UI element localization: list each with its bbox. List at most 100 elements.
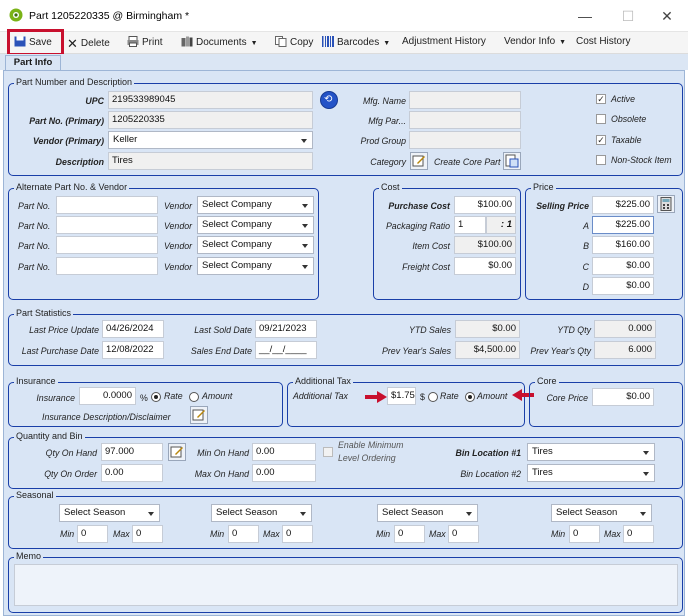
price-d-field[interactable]: $0.00: [592, 277, 654, 295]
last-price-update-field[interactable]: 04/26/2024: [102, 320, 164, 338]
alt-part-no-field-4[interactable]: [56, 257, 158, 275]
prod-group-field[interactable]: [409, 131, 521, 149]
min-on-hand-field[interactable]: 0.00: [252, 443, 316, 461]
price-a-field[interactable]: $225.00: [592, 216, 654, 234]
last-sold-date-field[interactable]: 09/21/2023: [255, 320, 317, 338]
additional-tax-field[interactable]: $1.75: [387, 387, 416, 405]
sales-end-date-field[interactable]: __/__/____: [255, 341, 317, 359]
insurance-rate-radio[interactable]: [151, 392, 161, 402]
qty-on-order-field[interactable]: 0.00: [101, 464, 163, 482]
copy-button[interactable]: Copy: [275, 36, 313, 48]
packaging-ratio-suffix: : 1: [486, 216, 516, 234]
season-select-1[interactable]: Select Season: [59, 504, 160, 522]
upc-label: UPC: [85, 96, 104, 106]
core-price-label: Core Price: [546, 393, 588, 403]
season-min-field-3[interactable]: 0: [394, 525, 425, 543]
cost-group: Cost Purchase Cost $100.00 Packaging Rat…: [373, 182, 521, 300]
barcodes-button[interactable]: Barcodes ▼: [322, 36, 390, 48]
calculator-icon[interactable]: [657, 195, 675, 213]
cost-history-button[interactable]: Cost History: [576, 36, 630, 47]
ytd-sales-field: $0.00: [455, 320, 520, 338]
core-group: Core Core Price $0.00: [529, 376, 683, 427]
memo-textarea[interactable]: [14, 564, 678, 606]
season-min-field-1[interactable]: 0: [77, 525, 108, 543]
save-button[interactable]: Save: [14, 36, 52, 48]
description-field[interactable]: Tires: [108, 152, 313, 170]
delete-button[interactable]: ✕ Delete: [67, 36, 110, 52]
alt-part-no-field-3[interactable]: [56, 236, 158, 254]
price-group: Price Selling Price $225.00 A $225.00 B …: [525, 182, 683, 300]
alt-vendor-select-4[interactable]: Select Company: [197, 257, 314, 275]
documents-button[interactable]: Documents ▼: [181, 36, 258, 48]
enable-min-level-checkbox[interactable]: [323, 447, 333, 457]
upc-lookup-icon[interactable]: ⟲: [320, 91, 338, 109]
ytd-qty-label: YTD Qty: [557, 325, 591, 335]
category-edit-icon[interactable]: [410, 152, 428, 170]
insurance-field[interactable]: 0.0000: [79, 387, 136, 405]
season-min-label-3: Min: [376, 529, 391, 539]
memo-group: Memo: [8, 551, 683, 613]
tab-part-info[interactable]: Part Info: [5, 55, 61, 70]
insurance-amount-radio[interactable]: [189, 392, 199, 402]
non-stock-checkbox[interactable]: [596, 155, 606, 165]
mfg-name-field[interactable]: [409, 91, 521, 109]
minimize-button[interactable]: —: [575, 6, 595, 26]
last-purchase-date-field[interactable]: 12/08/2022: [102, 341, 164, 359]
mfg-part-field[interactable]: [409, 111, 521, 129]
part-statistics-group: Part Statistics Last Price Update 04/26/…: [8, 308, 683, 366]
active-checkbox[interactable]: ✓: [596, 94, 606, 104]
close-button[interactable]: ✕: [657, 6, 677, 26]
create-core-part-icon[interactable]: [503, 152, 521, 170]
price-d-label: D: [582, 282, 589, 292]
season-min-field-2[interactable]: 0: [228, 525, 259, 543]
season-max-field-4[interactable]: 0: [623, 525, 654, 543]
freight-cost-field[interactable]: $0.00: [454, 257, 516, 275]
max-on-hand-field[interactable]: 0.00: [252, 464, 316, 482]
core-price-field[interactable]: $0.00: [592, 388, 654, 406]
app-logo-icon: [9, 8, 23, 22]
alt-vendor-label-3: Vendor: [164, 241, 193, 251]
qty-on-hand-field[interactable]: 97.000: [101, 443, 163, 461]
floppy-disk-icon: [14, 36, 26, 47]
adjustment-history-button[interactable]: Adjustment History: [402, 36, 486, 47]
bin-location-2-select[interactable]: Tires: [527, 464, 655, 482]
vendor-primary-select[interactable]: Keller: [108, 131, 313, 149]
season-max-field-1[interactable]: 0: [132, 525, 163, 543]
maximize-button[interactable]: ☐: [618, 6, 638, 26]
insurance-description-edit-icon[interactable]: [190, 406, 208, 424]
alt-vendor-select-2[interactable]: Select Company: [197, 216, 314, 234]
selling-price-field[interactable]: $225.00: [592, 196, 654, 214]
additional-tax-rate-radio[interactable]: [428, 392, 438, 402]
season-select-3[interactable]: Select Season: [377, 504, 478, 522]
alt-vendor-select-1[interactable]: Select Company: [197, 196, 314, 214]
mfg-part-label: Mfg Par...: [368, 116, 406, 126]
bin-location-2-label: Bin Location #2: [460, 469, 521, 479]
part-number-group: Part Number and Description UPC 21953398…: [8, 77, 683, 176]
purchase-cost-field[interactable]: $100.00: [454, 196, 516, 214]
upc-field[interactable]: 219533989045: [108, 91, 313, 109]
obsolete-checkbox[interactable]: [596, 114, 606, 124]
additional-tax-amount-radio[interactable]: [465, 392, 475, 402]
qty-on-hand-label: Qty On Hand: [45, 448, 97, 458]
season-max-field-3[interactable]: 0: [448, 525, 479, 543]
vendor-info-label: Vendor Info: [504, 36, 556, 47]
season-select-2[interactable]: Select Season: [211, 504, 312, 522]
season-min-field-4[interactable]: 0: [569, 525, 600, 543]
price-c-field[interactable]: $0.00: [592, 257, 654, 275]
alt-part-no-field-2[interactable]: [56, 216, 158, 234]
taxable-checkbox[interactable]: ✓: [596, 135, 606, 145]
price-c-label: C: [582, 262, 589, 272]
price-b-field[interactable]: $160.00: [592, 236, 654, 254]
season-max-field-2[interactable]: 0: [282, 525, 313, 543]
bin-location-1-select[interactable]: Tires: [527, 443, 655, 461]
season-max-label-4: Max: [604, 529, 621, 539]
alt-part-no-field-1[interactable]: [56, 196, 158, 214]
window-title: Part 1205220335 @ Birmingham *: [29, 10, 190, 22]
packaging-ratio-field[interactable]: 1: [454, 216, 486, 234]
copy-label: Copy: [290, 37, 314, 48]
part-no-field[interactable]: 1205220335: [108, 111, 313, 129]
season-select-4[interactable]: Select Season: [551, 504, 652, 522]
alt-vendor-select-3[interactable]: Select Company: [197, 236, 314, 254]
vendor-info-button[interactable]: Vendor Info ▼: [504, 36, 566, 47]
print-button[interactable]: Print: [127, 36, 163, 48]
